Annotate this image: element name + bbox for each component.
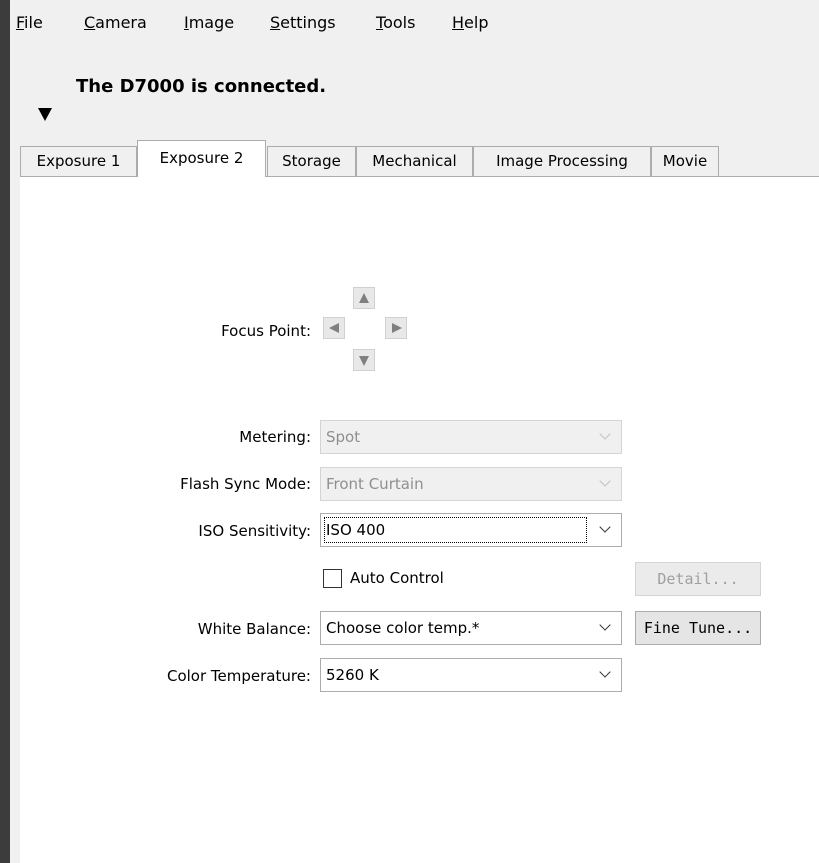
- color-temp-value: 5260 K: [326, 666, 379, 684]
- flash-sync-label: Flash Sync Mode:: [180, 475, 311, 493]
- detail-button[interactable]: Detail...: [635, 562, 761, 596]
- chevron-down-icon: [599, 619, 611, 631]
- tab-movie[interactable]: Movie: [651, 146, 719, 176]
- metering-select[interactable]: Spot: [320, 420, 622, 454]
- metering-value: Spot: [326, 428, 361, 446]
- menu-file[interactable]: File: [16, 13, 43, 32]
- chevron-down-icon: [599, 666, 611, 678]
- tab-image-processing[interactable]: Image Processing: [473, 146, 651, 176]
- tab-bar: Exposure 1 Exposure 2 Storage Mechanical…: [20, 140, 819, 177]
- collapse-arrow-icon[interactable]: [38, 108, 52, 121]
- menu-image[interactable]: Image: [184, 13, 234, 32]
- metering-label: Metering:: [239, 428, 311, 446]
- arrow-up-icon: [359, 293, 369, 303]
- tab-storage[interactable]: Storage: [267, 146, 356, 176]
- chevron-down-icon: [599, 428, 611, 440]
- app-window: File Camera Image Settings Tools Help Th…: [10, 0, 819, 863]
- flash-sync-select[interactable]: Front Curtain: [320, 467, 622, 501]
- flash-sync-value: Front Curtain: [326, 475, 424, 493]
- iso-value: ISO 400: [326, 521, 386, 539]
- focus-down-button[interactable]: [353, 349, 375, 371]
- auto-control-label: Auto Control: [350, 569, 444, 587]
- focus-left-button[interactable]: [323, 317, 345, 339]
- iso-select[interactable]: ISO 400: [320, 513, 622, 547]
- exposure-2-panel: Focus Point: Metering: Spot Flash Sync M…: [20, 176, 819, 863]
- tab-exposure-2[interactable]: Exposure 2: [137, 140, 266, 177]
- iso-label: ISO Sensitivity:: [198, 522, 311, 540]
- focus-right-button[interactable]: [385, 317, 407, 339]
- auto-control-checkbox[interactable]: [323, 569, 342, 588]
- focus-point-label: Focus Point:: [221, 322, 311, 340]
- menu-bar: File Camera Image Settings Tools Help: [10, 0, 819, 46]
- arrow-left-icon: [329, 323, 339, 333]
- white-balance-value: Choose color temp.*: [326, 619, 480, 637]
- arrow-right-icon: [392, 323, 402, 333]
- tab-exposure-1[interactable]: Exposure 1: [20, 146, 137, 176]
- connection-status: The D7000 is connected.: [76, 76, 327, 97]
- tab-mechanical[interactable]: Mechanical: [356, 146, 473, 176]
- color-temp-select[interactable]: 5260 K: [320, 658, 622, 692]
- color-temp-label: Color Temperature:: [166, 667, 311, 685]
- white-balance-select[interactable]: Choose color temp.*: [320, 611, 622, 645]
- chevron-down-icon: [599, 475, 611, 487]
- arrow-down-icon: [359, 356, 369, 366]
- fine-tune-button[interactable]: Fine Tune...: [635, 611, 761, 645]
- menu-tools[interactable]: Tools: [376, 13, 415, 32]
- menu-help[interactable]: Help: [452, 13, 488, 32]
- white-balance-label: White Balance:: [197, 620, 311, 638]
- menu-settings[interactable]: Settings: [270, 13, 336, 32]
- chevron-down-icon: [599, 521, 611, 533]
- focus-up-button[interactable]: [353, 287, 375, 309]
- menu-camera[interactable]: Camera: [84, 13, 147, 32]
